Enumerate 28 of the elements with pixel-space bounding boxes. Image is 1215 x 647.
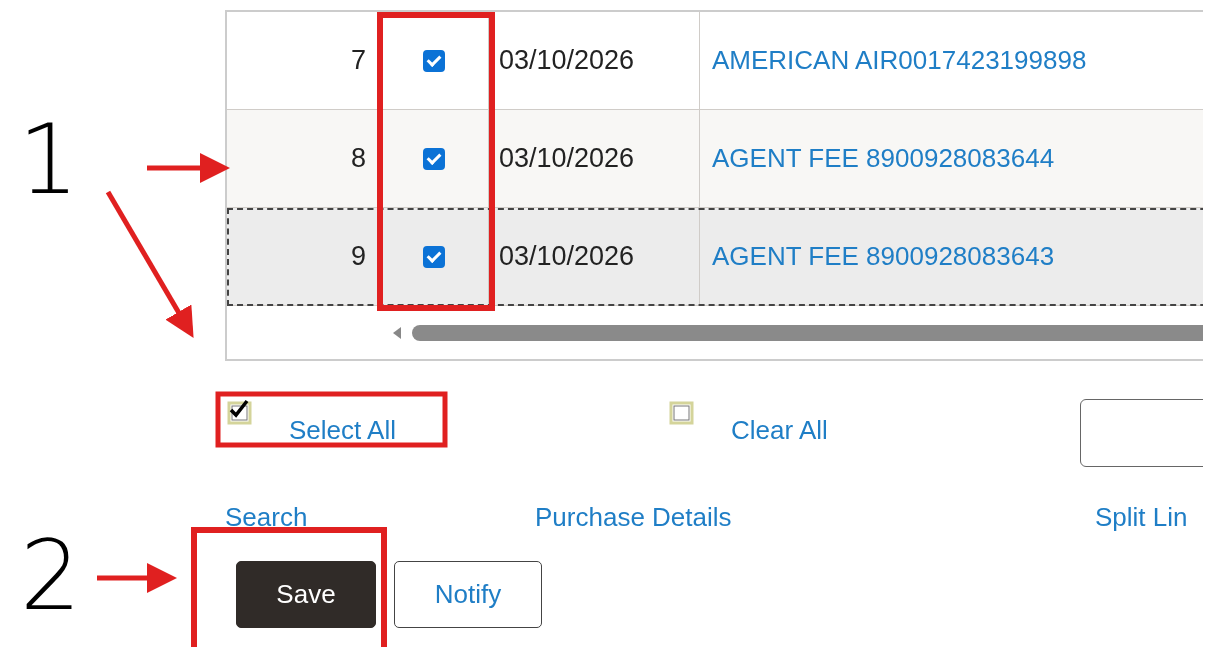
page-link[interactable]: Split Lin: [1095, 501, 1203, 533]
table-cell: 03/10/2026: [489, 12, 700, 109]
select-link[interactable]: Clear All: [731, 415, 828, 446]
table-row[interactable]: 9 03/10/2026 AGENT FEE 8900928083643: [227, 208, 1203, 306]
checkbox[interactable]: [227, 399, 253, 425]
row-number: 8: [227, 110, 379, 207]
scrollbar-thumb[interactable]: [412, 324, 1203, 341]
annotation-number: 1: [18, 112, 80, 208]
save-button[interactable]: Save: [236, 561, 376, 628]
table-row[interactable]: 7 03/10/2026 AMERICAN AIR0017423199898: [227, 12, 1203, 110]
scroll-left-icon[interactable]: [392, 325, 402, 340]
description-link[interactable]: AGENT FEE 8900928083643: [712, 241, 1055, 272]
table-cell: 03/10/2026: [489, 208, 700, 305]
annotation-number: 2: [20, 528, 82, 624]
notify-button[interactable]: Notify: [394, 561, 542, 628]
checkbox[interactable]: [422, 147, 445, 170]
select-link[interactable]: Select All: [289, 415, 396, 446]
checkbox[interactable]: [422, 245, 445, 268]
checkbox[interactable]: [422, 49, 445, 72]
table-row[interactable]: 8 03/10/2026 AGENT FEE 8900928083644: [227, 110, 1203, 208]
description-link[interactable]: AGENT FEE 8900928083644: [712, 143, 1055, 174]
page-link[interactable]: Purchase Details: [535, 501, 1095, 533]
description-link[interactable]: AMERICAN AIR0017423199898: [712, 45, 1087, 76]
row-number: 9: [227, 208, 379, 305]
page-link[interactable]: Search: [225, 501, 535, 533]
checkbox[interactable]: [669, 399, 695, 425]
table-cell: 03/10/2026: [489, 110, 700, 207]
row-number: 7: [227, 12, 379, 109]
